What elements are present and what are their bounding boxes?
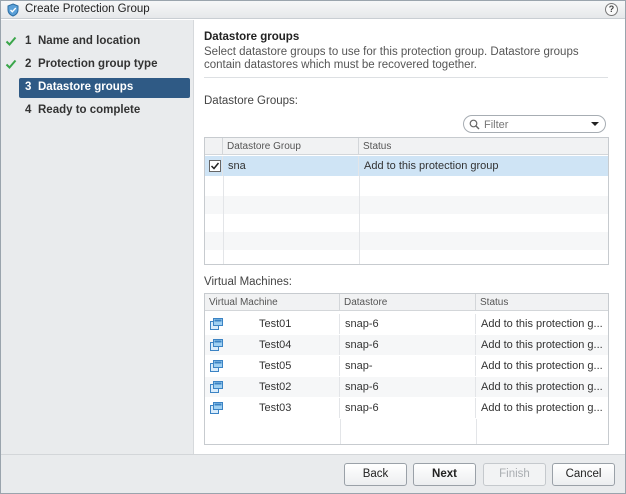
empty-row	[205, 196, 608, 214]
check-icon	[5, 59, 17, 69]
table-row[interactable]: Test04 snap-6 Add to this protection g..…	[205, 335, 608, 355]
title-bar: Create Protection Group ?	[1, 1, 625, 19]
table-row[interactable]: Test03 snap-6 Add to this protection g..…	[205, 398, 608, 418]
vm-name: Test01	[205, 314, 340, 334]
vm-icon	[210, 402, 223, 414]
dialog-title: Create Protection Group	[25, 3, 150, 15]
check-icon	[210, 162, 220, 170]
vm-name: Test03	[205, 398, 340, 418]
vm-datastore: snap-6	[340, 314, 476, 334]
vm-name-text: Test01	[259, 318, 292, 330]
vm-datastore: snap-6	[340, 398, 476, 418]
vm-name-text: Test04	[259, 339, 292, 351]
step-number: 4	[25, 104, 32, 116]
vm-name-text: Test05	[259, 360, 292, 372]
row-checkbox-cell	[205, 156, 223, 176]
help-button[interactable]: ?	[605, 3, 618, 16]
vm-name-text: Test02	[259, 381, 292, 393]
step-label: Name and location	[38, 35, 141, 47]
step-label: Datastore groups	[38, 81, 134, 93]
vm-status: Add to this protection g...	[481, 360, 603, 372]
column-header-datastore-group[interactable]: Datastore Group	[223, 138, 359, 155]
check-icon	[5, 36, 17, 46]
column-header-datastore[interactable]: Datastore	[340, 294, 476, 311]
row-checkbox[interactable]	[209, 160, 221, 172]
step-name-and-location[interactable]: 1 Name and location	[1, 32, 194, 52]
wizard-footer: Back Next Finish Cancel	[1, 454, 625, 493]
divider	[204, 77, 608, 78]
vm-icon	[210, 339, 223, 351]
vm-icon	[210, 381, 223, 393]
vm-name: Test04	[205, 335, 340, 355]
vm-status: Add to this protection g...	[481, 402, 603, 414]
vm-name: Test05	[205, 356, 340, 376]
vm-name-text: Test03	[259, 402, 292, 414]
grid-divider	[359, 176, 360, 264]
grid-divider	[476, 419, 477, 444]
vm-icon	[210, 318, 223, 330]
vm-status: Add to this protection g...	[481, 339, 603, 351]
section-description: Select datastore groups to use for this …	[204, 46, 579, 71]
next-button[interactable]: Next	[413, 463, 476, 486]
datastore-group-name: sna	[223, 156, 359, 176]
vm-status: Add to this protection g...	[481, 318, 603, 330]
vm-icon	[210, 360, 223, 372]
wizard-steps: 1 Name and location 2 Protection group t…	[1, 20, 194, 454]
step-protection-group-type[interactable]: 2 Protection group type	[1, 55, 194, 75]
column-header-status[interactable]: Status	[476, 294, 608, 311]
search-icon	[469, 119, 480, 130]
column-header-virtual-machine[interactable]: Virtual Machine	[205, 294, 340, 311]
empty-row	[205, 232, 608, 250]
virtual-machines-label: Virtual Machines:	[204, 276, 292, 288]
vm-status: Add to this protection g...	[481, 381, 603, 393]
table-row[interactable]: sna Add to this protection group	[205, 156, 608, 176]
virtual-machines-grid: Virtual Machine Datastore Status Test01 …	[204, 293, 609, 445]
column-header-status[interactable]: Status	[359, 138, 608, 155]
table-row[interactable]: Test02 snap-6 Add to this protection g..…	[205, 377, 608, 397]
section-title: Datastore groups	[204, 31, 300, 43]
vm-datastore: snap-6	[340, 377, 476, 397]
filter-box[interactable]	[463, 115, 606, 133]
step-ready-to-complete[interactable]: 4 Ready to complete	[1, 101, 194, 121]
step-label: Ready to complete	[38, 104, 141, 116]
datastore-groups-grid: Datastore Group Status sna Add to this p…	[204, 137, 609, 265]
filter-input[interactable]	[484, 118, 584, 131]
select-column-header	[205, 138, 223, 155]
wizard-dialog: Create Protection Group ? 1 Name and loc…	[0, 0, 626, 494]
datastore-groups-label: Datastore Groups:	[204, 95, 298, 107]
chevron-down-icon[interactable]	[591, 122, 599, 126]
grid-header: Virtual Machine Datastore Status	[205, 294, 608, 311]
vm-datastore: snap-6	[340, 335, 476, 355]
datastore-group-status: Add to this protection group	[364, 160, 499, 172]
cancel-button[interactable]: Cancel	[552, 463, 615, 486]
step-datastore-groups[interactable]: 3 Datastore groups	[1, 78, 194, 98]
step-number: 3	[25, 81, 32, 93]
vm-name: Test02	[205, 377, 340, 397]
shield-icon	[7, 3, 19, 17]
table-row[interactable]: Test05 snap- Add to this protection g...	[205, 356, 608, 376]
step-number: 2	[25, 58, 32, 70]
grid-header: Datastore Group Status	[205, 138, 608, 155]
finish-button[interactable]: Finish	[483, 463, 546, 486]
vm-datastore: snap-	[340, 356, 476, 376]
step-content: Datastore groups Select datastore groups…	[195, 20, 625, 454]
table-row[interactable]: Test01 snap-6 Add to this protection g..…	[205, 314, 608, 334]
grid-divider	[223, 176, 224, 264]
grid-divider	[340, 419, 341, 444]
back-button[interactable]: Back	[344, 463, 407, 486]
step-number: 1	[25, 35, 32, 47]
step-label: Protection group type	[38, 58, 158, 70]
